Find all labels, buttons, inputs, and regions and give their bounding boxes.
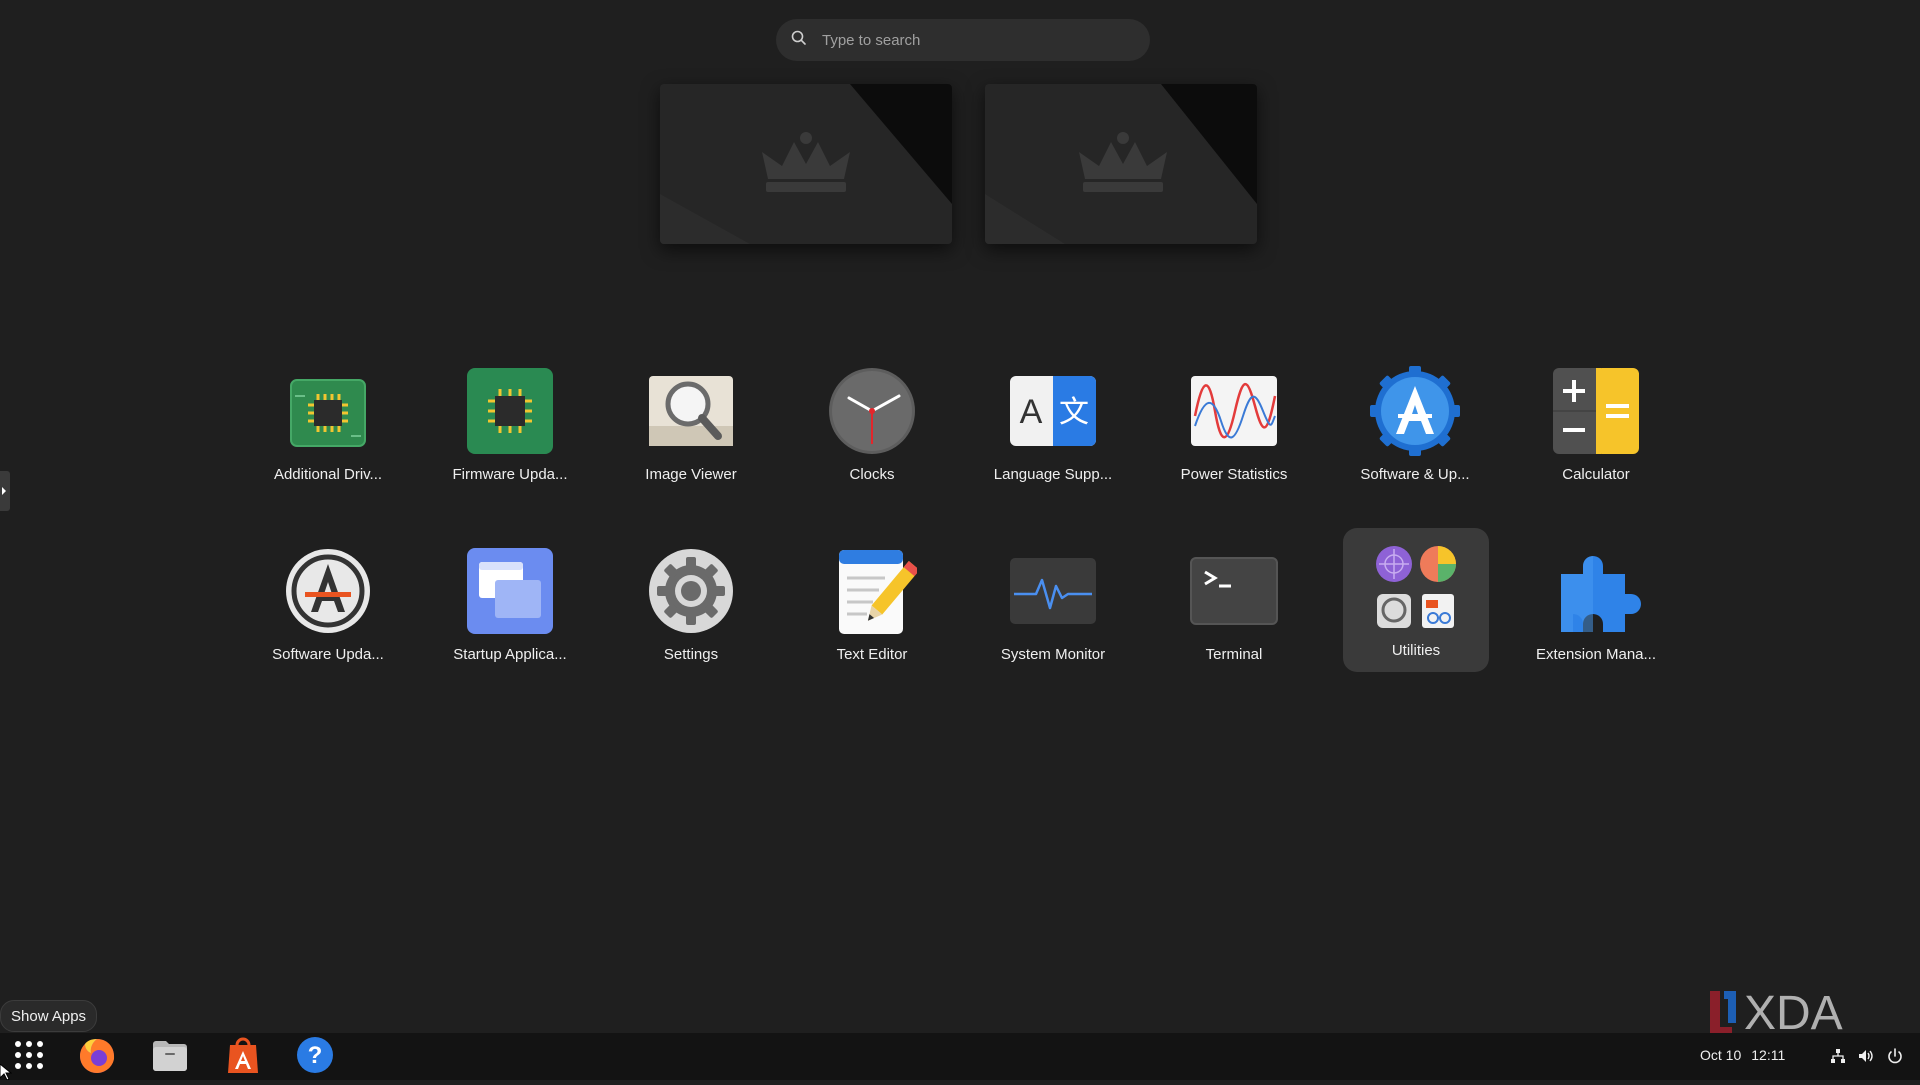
- date-time[interactable]: Oct 10 12:11: [1700, 1047, 1795, 1063]
- app-label: Software Upda...: [272, 646, 384, 663]
- volume-icon[interactable]: [1857, 1047, 1875, 1065]
- app-calculator[interactable]: Calculator: [1522, 352, 1670, 500]
- app-folder-utilities[interactable]: Utilities: [1343, 528, 1489, 672]
- clock-icon: [827, 366, 917, 456]
- dock-firefox[interactable]: [77, 1037, 117, 1077]
- svg-text:文: 文: [1059, 395, 1089, 430]
- workspace-edge-tab[interactable]: [0, 471, 10, 511]
- pulse-icon: [1008, 546, 1098, 636]
- app-extension-manager[interactable]: Extension Mana...: [1522, 532, 1670, 680]
- gear-icon: [646, 546, 736, 636]
- date-label: Oct 10: [1700, 1047, 1742, 1063]
- puzzle-icon: [1551, 546, 1641, 636]
- show-apps-tooltip: Show Apps: [0, 1000, 98, 1032]
- app-label: Settings: [663, 646, 719, 663]
- app-power-statistics[interactable]: Power Statistics: [1160, 352, 1308, 500]
- svg-text:?: ?: [308, 1042, 323, 1069]
- chip-icon: [283, 366, 373, 456]
- app-label: Power Statistics: [1180, 466, 1288, 483]
- firmware-chip-icon: [465, 366, 555, 456]
- dock: ?: [0, 1033, 1920, 1080]
- folder-grid-icon: [1371, 542, 1461, 632]
- app-clocks[interactable]: Clocks: [798, 352, 946, 500]
- dock-files[interactable]: [150, 1037, 190, 1077]
- app-firmware-updater[interactable]: Firmware Upda...: [436, 352, 584, 500]
- app-label: Additional Driv...: [273, 466, 383, 483]
- app-software-updater[interactable]: Software Upda...: [254, 532, 402, 680]
- app-label: Calculator: [1562, 466, 1630, 483]
- app-label: System Monitor: [1000, 646, 1106, 663]
- app-text-editor[interactable]: Text Editor: [798, 532, 946, 680]
- search-input[interactable]: [820, 30, 1124, 50]
- software-updater-icon: [283, 546, 373, 636]
- app-label: Software & Up...: [1360, 466, 1470, 483]
- firefox-icon: [77, 1035, 117, 1080]
- app-label: Extension Mana...: [1535, 646, 1657, 663]
- app-label: Clocks: [849, 466, 895, 483]
- power-icon[interactable]: [1886, 1047, 1904, 1065]
- network-icon[interactable]: [1829, 1047, 1847, 1065]
- software-sources-icon: [1370, 366, 1460, 456]
- show-apps-button[interactable]: [9, 1037, 49, 1077]
- notepad-pencil-icon: [827, 546, 917, 636]
- grid-dots-icon: [9, 1035, 49, 1080]
- search-bar[interactable]: [776, 19, 1150, 61]
- app-system-monitor[interactable]: System Monitor: [979, 532, 1127, 680]
- app-terminal[interactable]: Terminal: [1160, 532, 1308, 680]
- app-startup-applications[interactable]: Startup Applica...: [436, 532, 584, 680]
- app-label: Text Editor: [836, 646, 908, 663]
- app-center-icon: [223, 1035, 263, 1080]
- language-icon: A文: [1008, 366, 1098, 456]
- app-image-viewer[interactable]: Image Viewer: [617, 352, 765, 500]
- xda-text: XDA: [1744, 987, 1843, 1039]
- startup-window-icon: [465, 546, 555, 636]
- terminal-icon: [1189, 546, 1279, 636]
- app-software-updates[interactable]: Software & Up...: [1341, 352, 1489, 500]
- search-icon: [790, 29, 808, 52]
- app-label: Firmware Upda...: [452, 466, 568, 483]
- graph-icon: [1189, 366, 1279, 456]
- app-label: Startup Applica...: [453, 646, 567, 663]
- calculator-icon: [1551, 366, 1641, 456]
- mouse-cursor: [0, 1063, 13, 1085]
- dock-help[interactable]: ?: [295, 1035, 335, 1080]
- app-additional-drivers[interactable]: Additional Driv...: [254, 352, 402, 500]
- time-label: 12:11: [1751, 1047, 1786, 1063]
- workspace-thumbnail-2[interactable]: [985, 84, 1257, 244]
- workspace-thumbnail-1[interactable]: [660, 84, 952, 244]
- app-label: Language Supp...: [993, 466, 1113, 483]
- files-icon: [150, 1035, 190, 1080]
- xda-watermark: XDA: [1706, 987, 1892, 1040]
- dock-app-center[interactable]: [223, 1037, 263, 1077]
- app-label: Image Viewer: [645, 466, 737, 483]
- app-label: Terminal: [1205, 646, 1263, 663]
- app-settings[interactable]: Settings: [617, 532, 765, 680]
- app-language-support[interactable]: A文 Language Supp...: [979, 352, 1127, 500]
- app-label: Utilities: [1391, 642, 1441, 659]
- magnifier-icon: [646, 366, 736, 456]
- help-icon: ?: [295, 1035, 335, 1080]
- svg-text:A: A: [1020, 393, 1043, 431]
